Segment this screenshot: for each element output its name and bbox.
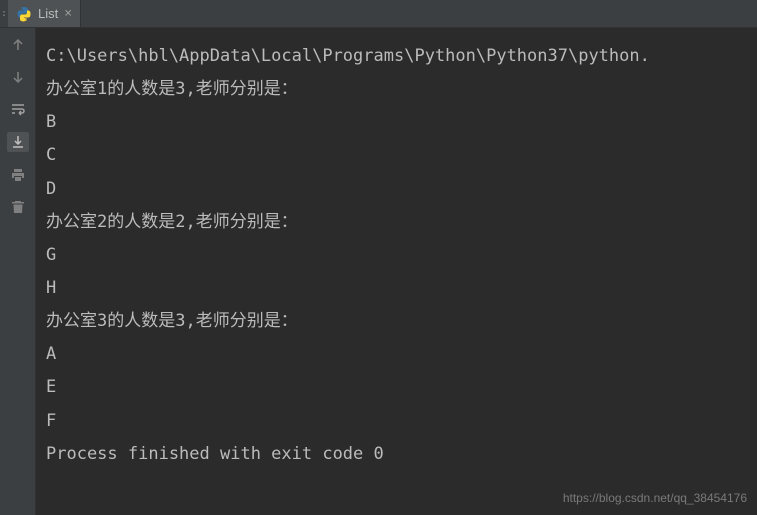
console-line: C:\Users\hbl\AppData\Local\Programs\Pyth…	[46, 40, 747, 73]
console-line: F	[46, 405, 747, 438]
arrow-up-icon[interactable]	[9, 36, 27, 54]
python-icon	[16, 6, 32, 22]
console-line: G	[46, 239, 747, 272]
main-area: C:\Users\hbl\AppData\Local\Programs\Pyth…	[0, 28, 757, 515]
watermark: https://blog.csdn.net/qq_38454176	[563, 491, 747, 505]
trash-icon[interactable]	[9, 198, 27, 216]
tab-leading-marker: :	[0, 0, 8, 27]
console-line: C	[46, 139, 747, 172]
console-line: 办公室3的人数是3,老师分别是：	[46, 305, 747, 338]
console-line: H	[46, 272, 747, 305]
tab-label: List	[38, 6, 58, 21]
console-line: 办公室2的人数是2,老师分别是：	[46, 206, 747, 239]
console-line: 办公室1的人数是3,老师分别是：	[46, 73, 747, 106]
soft-wrap-icon[interactable]	[9, 100, 27, 118]
gutter-toolbar	[0, 28, 36, 515]
console-line: D	[46, 173, 747, 206]
arrow-down-icon[interactable]	[9, 68, 27, 86]
console-line: A	[46, 338, 747, 371]
close-icon[interactable]: ×	[64, 7, 72, 20]
tab-list[interactable]: List ×	[8, 0, 81, 27]
tab-bar: : List ×	[0, 0, 757, 28]
console-line: B	[46, 106, 747, 139]
console-line: E	[46, 371, 747, 404]
console-line: Process finished with exit code 0	[46, 438, 747, 471]
scroll-to-end-icon[interactable]	[7, 132, 29, 152]
console-output[interactable]: C:\Users\hbl\AppData\Local\Programs\Pyth…	[36, 28, 757, 515]
print-icon[interactable]	[9, 166, 27, 184]
